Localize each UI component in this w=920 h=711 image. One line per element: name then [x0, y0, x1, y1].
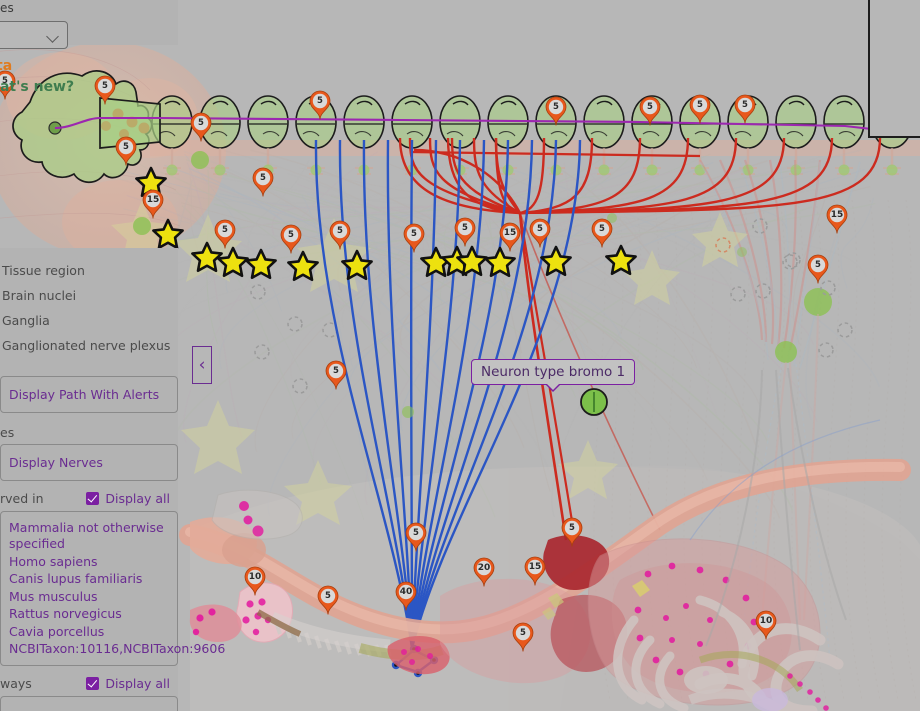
- pathways-section-label: ways: [0, 676, 32, 691]
- map-pin-marker[interactable]: 5: [734, 94, 756, 124]
- species-item-mammalia[interactable]: Mammalia not otherwise specified: [9, 519, 169, 553]
- map-pin-marker[interactable]: 5: [325, 360, 347, 390]
- star-marker[interactable]: [245, 248, 277, 280]
- map-pin-marker[interactable]: 5: [317, 585, 339, 615]
- species-display-all-checkbox[interactable]: Display all: [86, 491, 170, 506]
- nerves-section-label: es: [0, 425, 15, 440]
- sidebar-item-ganglionated-nerve-plexus[interactable]: Ganglionated nerve plexus: [0, 333, 178, 358]
- banner-text-primary: ta: [0, 58, 13, 74]
- map-pin-marker[interactable]: 15: [499, 222, 521, 252]
- sidebar-top: es: [0, 0, 178, 49]
- anatomy-type-list: Tissue region Brain nuclei Ganglia Gangl…: [0, 248, 178, 358]
- star-marker[interactable]: [287, 250, 319, 282]
- banner-text-secondary: hat's new?: [0, 79, 75, 95]
- overlay-panel-topright[interactable]: [868, 0, 920, 138]
- map-pin-marker[interactable]: 5: [561, 517, 583, 547]
- species-item-cavia-porcellus[interactable]: Cavia porcellus: [9, 623, 169, 641]
- species-item-rattus-norvegicus[interactable]: Rattus norvegicus: [9, 606, 169, 624]
- map-pin-marker[interactable]: 5: [512, 622, 534, 652]
- map-pin-marker[interactable]: 10: [755, 610, 777, 640]
- map-pin-marker[interactable]: 20: [473, 557, 495, 587]
- species-section-label: rved in: [0, 491, 44, 506]
- map-pin-marker[interactable]: 15: [524, 556, 546, 586]
- map-pin-marker[interactable]: 5: [190, 112, 212, 142]
- checkbox-checked-icon: [86, 677, 100, 690]
- map-pin-marker[interactable]: 5: [309, 90, 331, 120]
- map-pin-marker[interactable]: 5: [454, 217, 476, 247]
- star-marker[interactable]: [341, 249, 373, 281]
- species-list-panel[interactable]: Mammalia not otherwise specified Homo sa…: [0, 511, 225, 666]
- chevron-left-icon: ‹: [198, 354, 206, 375]
- chevron-down-icon: [48, 32, 59, 39]
- map-pin-marker[interactable]: 5: [280, 224, 302, 254]
- map-pin-marker[interactable]: 10: [244, 566, 266, 596]
- pathways-display-all-label: Display all: [105, 676, 170, 691]
- app-root: 5 5 5 15 5 5 5 5 5 5 5 5 5 15 5 5 5 5 5 …: [0, 0, 920, 711]
- filter-select[interactable]: [0, 21, 68, 49]
- sidebar-panel[interactable]: Tissue region Brain nuclei Ganglia Gangl…: [0, 248, 225, 711]
- species-item-mus-musculus[interactable]: Mus musculus: [9, 588, 169, 606]
- checkbox-checked-icon: [86, 492, 100, 505]
- display-path-with-alerts-toggle[interactable]: Display Path With Alerts: [9, 386, 169, 403]
- map-pin-marker[interactable]: 5: [329, 220, 351, 250]
- map-pin-marker[interactable]: 5: [545, 96, 567, 126]
- map-pin-marker[interactable]: 15: [826, 204, 848, 234]
- map-pin-marker[interactable]: 5: [529, 218, 551, 248]
- sidebar-collapse-button[interactable]: ‹: [192, 346, 212, 384]
- nerves-panel[interactable]: Display Nerves: [0, 444, 178, 481]
- blue-nerve-path[interactable]: [409, 139, 414, 649]
- map-pin-marker[interactable]: 40: [395, 581, 417, 611]
- map-pin-marker[interactable]: 5: [403, 223, 425, 253]
- map-pin-marker[interactable]: 5: [252, 167, 274, 197]
- species-item-homo-sapiens[interactable]: Homo sapiens: [9, 553, 169, 571]
- sidebar-item-brain-nuclei[interactable]: Brain nuclei: [0, 283, 178, 308]
- pathways-display-all-checkbox[interactable]: Display all: [86, 676, 170, 691]
- star-marker[interactable]: [605, 244, 637, 276]
- display-nerves-toggle[interactable]: Display Nerves: [9, 454, 169, 471]
- species-section-header: rved in Display all: [0, 491, 178, 506]
- map-pin-marker[interactable]: 5: [214, 219, 236, 249]
- map-pin-marker[interactable]: 5: [115, 136, 137, 166]
- species-display-all-label: Display all: [105, 491, 170, 506]
- neuron-tooltip: Neuron type bromo 1: [471, 359, 636, 392]
- map-pin-marker[interactable]: 5: [94, 75, 116, 105]
- map-pin-marker[interactable]: 5: [807, 254, 829, 284]
- map-pin-marker[interactable]: 15: [142, 189, 164, 219]
- pathways-section-header: ways Display all: [0, 676, 178, 691]
- species-item-ncbitaxon[interactable]: NCBITaxon:10116,NCBITaxon:9606: [9, 641, 225, 659]
- star-marker[interactable]: [152, 218, 184, 250]
- sidebar-top-label: es: [0, 1, 14, 15]
- map-pin-marker[interactable]: 5: [591, 218, 613, 248]
- legend-item-cns[interactable]: CNS: [9, 706, 169, 711]
- star-marker[interactable]: [540, 245, 572, 277]
- path-alerts-panel[interactable]: Display Path With Alerts: [0, 376, 178, 413]
- map-pin-marker[interactable]: 5: [405, 522, 427, 552]
- map-pin-marker[interactable]: 5: [639, 96, 661, 126]
- map-pin-marker[interactable]: 5: [689, 94, 711, 124]
- sidebar-item-ganglia[interactable]: Ganglia: [0, 308, 178, 333]
- species-item-canis-lupus-familiaris[interactable]: Canis lupus familiaris: [9, 571, 169, 589]
- neuron-node-bromo-1[interactable]: [580, 388, 608, 416]
- sidebar-item-tissue-region[interactable]: Tissue region: [0, 258, 178, 283]
- pathways-legend-panel[interactable]: CNS: [0, 696, 178, 711]
